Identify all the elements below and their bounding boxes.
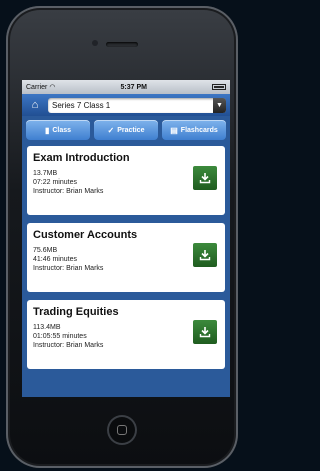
status-time: 5:37 PM [120,83,147,91]
tab-class[interactable]: ▮ Class [26,120,90,140]
lesson-instructor: Instructor: Brian Marks [33,188,104,195]
lesson-instructor: Instructor: Brian Marks [33,342,104,349]
book-icon: ▮ [44,125,50,135]
download-button[interactable] [193,243,217,267]
lesson-size: 75.6MB [33,247,58,254]
tab-label: Flashcards [180,126,218,134]
nav-bar: ⌂ Series 7 Class 1 ▼ [22,94,230,116]
device-home-button[interactable] [107,415,137,445]
tab-label: Class [52,126,72,134]
camera-icon [92,40,98,46]
tab-bar: ▮ Class ✓ Practice ▤ Flashcards [22,116,230,144]
tab-label: Practice [117,126,145,134]
list-item[interactable]: Exam Introduction 13.7MB 07:22 minutes I… [27,146,225,215]
list-item[interactable]: Customer Accounts 75.6MB 41:46 minutes I… [27,223,225,292]
lesson-title: Customer Accounts [33,229,138,241]
lesson-duration: 01:05:55 minutes [33,333,87,340]
lesson-instructor: Instructor: Brian Marks [33,265,104,272]
check-icon: ✓ [107,125,115,135]
chevron-down-icon[interactable]: ▼ [213,97,226,113]
lesson-size: 13.7MB [33,170,58,177]
tab-flashcards[interactable]: ▤ Flashcards [162,120,226,140]
lesson-title: Exam Introduction [33,152,130,164]
lesson-list: Exam Introduction 13.7MB 07:22 minutes I… [22,144,230,379]
battery-icon [211,84,226,90]
download-icon [199,250,211,261]
download-icon [199,173,211,184]
tab-practice[interactable]: ✓ Practice [94,120,158,140]
download-button[interactable] [193,320,217,344]
earpiece [106,42,138,47]
cards-icon: ▤ [170,125,178,135]
course-select-value: Series 7 Class 1 [52,100,111,110]
download-button[interactable] [193,166,217,190]
wifi-icon: ◠ [49,84,56,91]
home-icon[interactable]: ⌂ [26,97,44,113]
carrier-label: Carrier ◠ [26,84,56,91]
download-icon [199,327,211,338]
lesson-duration: 07:22 minutes [33,179,77,186]
course-select[interactable]: Series 7 Class 1 ▼ [48,97,226,113]
lesson-duration: 41:46 minutes [33,256,77,263]
app-screen: Carrier ◠ 5:37 PM ⌂ Series 7 Class 1 ▼ ▮… [22,80,230,397]
status-bar: Carrier ◠ 5:37 PM [22,80,230,94]
list-item[interactable]: Trading Equities 113.4MB 01:05:55 minute… [27,300,225,369]
home-square-icon [117,425,127,435]
lesson-size: 113.4MB [33,324,61,331]
lesson-title: Trading Equities [33,306,119,318]
